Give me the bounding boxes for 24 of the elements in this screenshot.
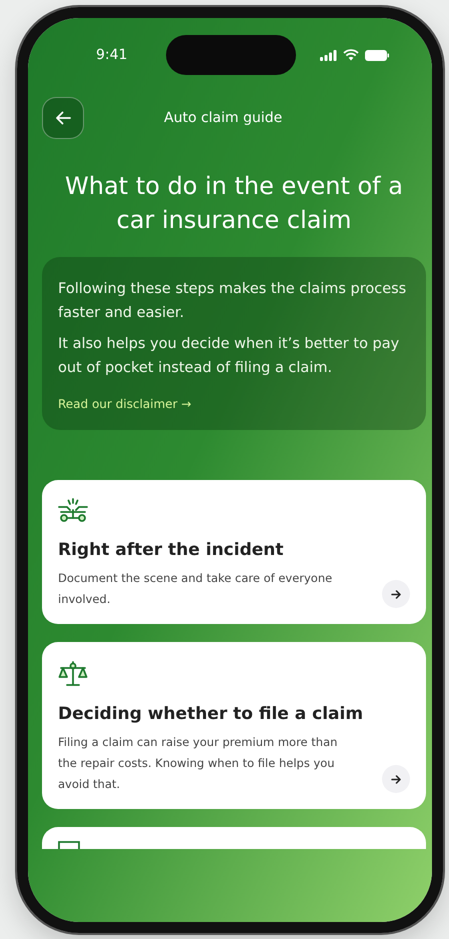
back-button[interactable] xyxy=(42,97,84,139)
arrow-button[interactable] xyxy=(382,580,410,608)
arrow-right-icon xyxy=(391,590,401,598)
wifi-icon xyxy=(343,49,359,61)
signal-icon xyxy=(320,50,337,60)
document-icon xyxy=(58,841,80,849)
battery-icon xyxy=(365,50,389,60)
arrow-button[interactable] xyxy=(382,765,410,793)
disclaimer-link[interactable]: Read our disclaimer → xyxy=(58,397,192,411)
card-title: Right after the incident xyxy=(58,540,284,560)
back-arrow-icon xyxy=(55,111,71,125)
intro-text: Following these steps makes the claims process faster and easier. xyxy=(58,280,408,323)
status-time: 9:41 xyxy=(96,47,128,63)
intro-text: It also helps you decide when it’s better to pay out of pocket instead of filing a claim. xyxy=(58,335,400,378)
card-title: Deciding whether to file a claim xyxy=(58,704,364,724)
screen-title: Auto claim guide xyxy=(164,110,282,126)
card-description: Filing a claim can raise your premium more than the repair costs. Knowing when to file helps you avoid that. xyxy=(58,734,338,793)
car-crash-icon xyxy=(58,498,88,524)
scales-icon xyxy=(58,660,88,688)
card-description: Document the scene and take care of everyone involved. xyxy=(58,570,334,608)
step-card[interactable]: Deciding whether to file a claim Filing a claim can raise your premium more than the repair costs. Knowing when to file helps you avoid that. xyxy=(42,642,426,809)
arrow-right-icon xyxy=(391,774,401,784)
page-heading: What to do in the event of a car insurance claim xyxy=(64,171,404,236)
step-card[interactable]: Right after the incident Document the scene and take care of everyone involved. xyxy=(42,480,426,624)
